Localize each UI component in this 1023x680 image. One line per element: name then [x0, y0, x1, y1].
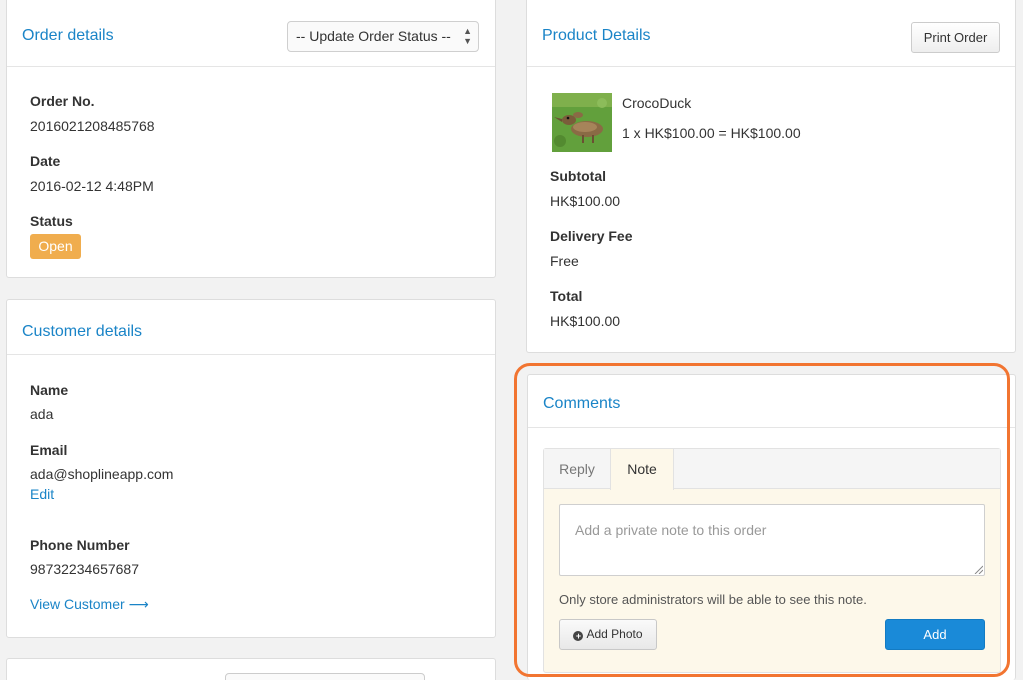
phone-label: Phone Number: [30, 537, 130, 553]
view-customer-label: View Customer: [30, 596, 125, 612]
product-thumbnail-image: [552, 93, 612, 152]
tab-note[interactable]: Note: [610, 449, 674, 490]
note-visibility-hint: Only store administrators will be able t…: [559, 592, 867, 607]
order-details-header: Order details -- Update Order Status -- …: [7, 0, 495, 67]
status-badge: Open: [30, 234, 81, 259]
order-details-panel: Order details -- Update Order Status -- …: [6, 0, 496, 278]
view-customer-link[interactable]: View Customer ⟶: [30, 596, 149, 613]
plus-circle-icon: +: [573, 631, 584, 641]
print-order-button[interactable]: Print Order: [911, 22, 1000, 53]
product-details-title: Product Details: [542, 27, 651, 44]
product-line-total: 1 x HK$100.00 = HK$100.00: [622, 125, 801, 141]
partial-button[interactable]: [225, 673, 425, 680]
comments-header: Comments: [528, 375, 1015, 428]
add-photo-label: Add Photo: [586, 627, 643, 641]
comments-tab-box: Reply Note Only store administrators wil…: [543, 448, 1001, 673]
status-select-label: -- Update Order Status --: [296, 28, 451, 44]
customer-details-header: Customer details: [7, 300, 495, 355]
comments-panel: Comments Reply Note Only store administr…: [527, 374, 1016, 680]
date-label: Date: [30, 153, 61, 169]
update-order-status-select[interactable]: -- Update Order Status -- ▲ ▼: [287, 21, 479, 52]
tab-reply[interactable]: Reply: [544, 449, 610, 489]
phone-value: 98732234657687: [30, 561, 140, 577]
product-name: CrocoDuck: [622, 95, 692, 111]
private-note-input[interactable]: [559, 504, 985, 576]
delivery-fee-label: Delivery Fee: [550, 228, 633, 244]
customer-details-panel: Customer details Name ada Email ada@shop…: [6, 299, 496, 638]
add-photo-button[interactable]: + Add Photo: [559, 619, 657, 650]
subtotal-value: HK$100.00: [550, 193, 621, 209]
date-value: 2016-02-12 4:48PM: [30, 178, 154, 194]
name-label: Name: [30, 382, 69, 398]
edit-email-link[interactable]: Edit: [30, 486, 54, 502]
arrow-right-icon: ⟶: [128, 596, 149, 612]
order-details-title: Order details: [22, 27, 114, 44]
customer-details-title: Customer details: [22, 323, 143, 340]
comments-tab-bar: Reply Note: [544, 449, 1000, 490]
comments-title: Comments: [543, 395, 621, 412]
email-value: ada@shoplineapp.com: [30, 466, 174, 482]
status-label: Status: [30, 213, 73, 229]
select-arrows-icon: ▲ ▼: [463, 26, 472, 46]
subtotal-label: Subtotal: [550, 168, 606, 184]
email-label: Email: [30, 442, 68, 458]
add-note-button[interactable]: Add: [885, 619, 985, 650]
product-details-header: Product Details Print Order: [527, 0, 1015, 67]
resize-grip-icon[interactable]: [974, 565, 983, 574]
total-label: Total: [550, 288, 583, 304]
order-no-value: 2016021208485768: [30, 118, 155, 134]
name-value: ada: [30, 406, 54, 422]
next-panel-partial: [6, 658, 496, 680]
total-value: HK$100.00: [550, 313, 621, 329]
order-no-label: Order No.: [30, 93, 95, 109]
product-details-panel: Product Details Print Order CrocoDuck 1 …: [526, 0, 1016, 353]
delivery-fee-value: Free: [550, 253, 579, 269]
